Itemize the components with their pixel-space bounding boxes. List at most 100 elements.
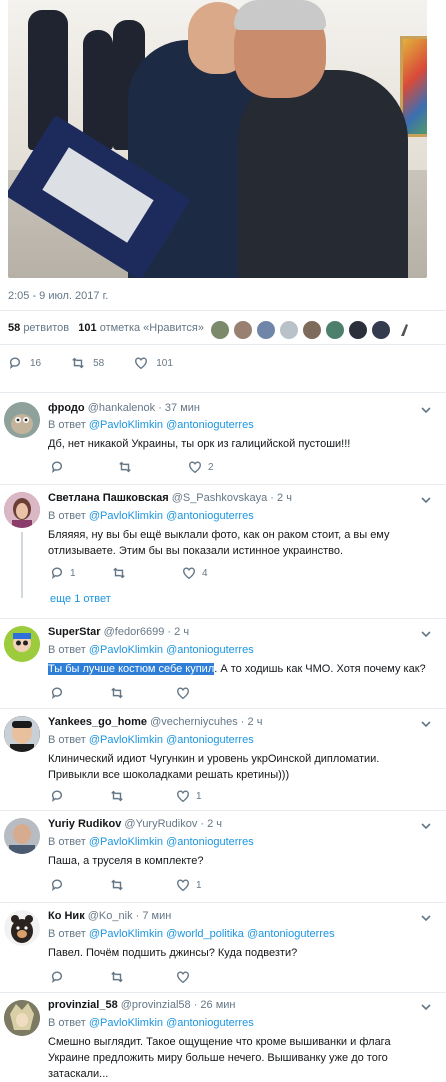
reply-time[interactable]: · 2 ч — [167, 626, 189, 638]
reply-tweet[interactable]: SuperStar @fedor6699 · 2 ч В ответ @Pavl… — [0, 622, 446, 708]
mention-link[interactable]: @antonioguterres — [247, 928, 335, 940]
reply-name[interactable]: Светлана Пашковская — [48, 492, 169, 504]
mention-link[interactable]: @PavloKlimkin — [89, 836, 163, 848]
reply-tweet[interactable]: provinzial_58 @provinzial58 · 26 мин В о… — [0, 996, 446, 1080]
reply-time[interactable]: · 37 мин — [158, 402, 200, 414]
likes-label[interactable]: отметка «Нравится» — [100, 322, 204, 334]
retweet-action[interactable] — [110, 686, 124, 700]
reply-actions — [50, 686, 190, 700]
reply-text: Клинический идиот Чугункин и уровень укр… — [48, 753, 380, 781]
reply-action[interactable] — [50, 686, 64, 700]
chevron-down-icon[interactable] — [420, 494, 432, 506]
liker-avatar[interactable] — [325, 320, 345, 340]
liker-avatar[interactable] — [279, 320, 299, 340]
retweet-action[interactable]: 58 — [71, 356, 104, 370]
reply-action[interactable] — [50, 789, 64, 803]
avatar[interactable] — [4, 818, 40, 854]
heart-icon — [176, 789, 190, 803]
liker-avatar[interactable] — [348, 320, 368, 340]
reply-action[interactable] — [50, 878, 64, 892]
reply-name[interactable]: provinzial_58 — [48, 999, 118, 1011]
reply-name[interactable]: фродо — [48, 402, 85, 414]
mention-link[interactable]: @world_politika — [166, 928, 244, 940]
avatar[interactable] — [4, 626, 40, 662]
reply-tweet[interactable]: Светлана Пашковская @S_Pashkovskaya · 2 … — [0, 488, 446, 616]
avatar[interactable] — [4, 402, 40, 438]
like-action[interactable] — [176, 686, 190, 700]
liker-avatar[interactable] — [210, 320, 230, 340]
retweet-action[interactable] — [118, 460, 148, 474]
mention-link[interactable]: @PavloKlimkin — [89, 1017, 163, 1029]
reply-prefix: В ответ — [48, 644, 86, 656]
liker-avatar[interactable] — [256, 320, 276, 340]
more-replies-link[interactable]: еще 1 ответ — [50, 593, 111, 605]
reply-handle[interactable]: @fedor6699 — [104, 626, 165, 638]
reply-time[interactable]: · 26 мин — [194, 999, 236, 1011]
mention-link[interactable]: @antonioguterres — [166, 419, 254, 431]
chevron-down-icon[interactable] — [420, 1001, 432, 1013]
reply-time[interactable]: · 2 ч — [241, 716, 263, 728]
reply-time[interactable]: · 2 ч — [200, 818, 222, 830]
mention-link[interactable]: @antonioguterres — [166, 836, 254, 848]
retweet-action[interactable] — [110, 789, 124, 803]
reply-handle[interactable]: @YuryRudikov — [124, 818, 197, 830]
reply-name[interactable]: Yankees_go_home — [48, 716, 147, 728]
liker-avatar[interactable] — [302, 320, 322, 340]
reply-tweet[interactable]: Ко Ник @Ko_nik · 7 мин В ответ @PavloKli… — [0, 906, 446, 992]
avatar[interactable] — [4, 910, 40, 946]
reply-time[interactable]: · 2 ч — [270, 492, 292, 504]
chevron-down-icon[interactable] — [420, 718, 432, 730]
retweet-action[interactable] — [110, 878, 124, 892]
reply-handle[interactable]: @S_Pashkovskaya — [172, 492, 268, 504]
liker-avatar[interactable] — [394, 320, 414, 340]
reply-tweet[interactable]: Yuriy Rudikov @YuryRudikov · 2 ч В ответ… — [0, 814, 446, 900]
reply-time[interactable]: · 7 мин — [136, 910, 172, 922]
like-action[interactable] — [176, 970, 190, 984]
chevron-down-icon[interactable] — [420, 628, 432, 640]
mention-link[interactable]: @antonioguterres — [166, 1017, 254, 1029]
tweet-photo[interactable] — [8, 0, 427, 278]
selected-text: Ты бы лучше костюм себе купил — [48, 663, 215, 675]
reply-tweet[interactable]: фродо @hankalenok · 37 мин В ответ @Pavl… — [0, 398, 446, 484]
reply-handle[interactable]: @provinzial58 — [121, 999, 191, 1011]
mention-link[interactable]: @PavloKlimkin — [89, 734, 163, 746]
reply-name[interactable]: Ко Ник — [48, 910, 85, 922]
retweets-label[interactable]: ретвитов — [23, 322, 69, 334]
liker-avatar[interactable] — [233, 320, 253, 340]
mention-link[interactable]: @antonioguterres — [166, 644, 254, 656]
mention-link[interactable]: @PavloKlimkin — [89, 928, 163, 940]
reply-name[interactable]: SuperStar — [48, 626, 101, 638]
retweets-count[interactable]: 58 — [8, 322, 20, 334]
mention-link[interactable]: @antonioguterres — [166, 734, 254, 746]
chevron-down-icon[interactable] — [420, 820, 432, 832]
avatar[interactable] — [4, 1000, 40, 1036]
retweet-action[interactable] — [112, 566, 142, 580]
chevron-down-icon[interactable] — [420, 912, 432, 924]
mention-link[interactable]: @PavloKlimkin — [89, 510, 163, 522]
reply-count: 16 — [30, 357, 42, 369]
reply-handle[interactable]: @hankalenok — [88, 402, 155, 414]
mention-link[interactable]: @antonioguterres — [166, 510, 254, 522]
tweet-timestamp[interactable]: 2:05 - 9 июл. 2017 г. — [8, 290, 108, 302]
reply-handle[interactable]: @vecherniycuhes — [150, 716, 238, 728]
likes-count[interactable]: 101 — [78, 322, 96, 334]
reply-action[interactable] — [50, 460, 80, 474]
avatar[interactable] — [4, 492, 40, 528]
reply-action[interactable]: 16 — [8, 356, 41, 370]
reply-action[interactable] — [50, 970, 64, 984]
like-action[interactable]: 101 — [134, 356, 173, 370]
reply-name[interactable]: Yuriy Rudikov — [48, 818, 121, 830]
like-action[interactable]: 1 — [176, 789, 202, 803]
like-action[interactable]: 2 — [188, 460, 214, 474]
reply-handle[interactable]: @Ko_nik — [88, 910, 133, 922]
liker-avatar[interactable] — [371, 320, 391, 340]
mention-link[interactable]: @PavloKlimkin — [89, 644, 163, 656]
reply-tweet[interactable]: Yankees_go_home @vecherniycuhes · 2 ч В … — [0, 712, 446, 808]
retweet-action[interactable] — [110, 970, 124, 984]
like-action[interactable]: 4 — [182, 566, 208, 580]
like-action[interactable]: 1 — [176, 878, 202, 892]
avatar[interactable] — [4, 716, 40, 752]
mention-link[interactable]: @PavloKlimkin — [89, 419, 163, 431]
reply-action[interactable]: 1 — [50, 566, 80, 580]
chevron-down-icon[interactable] — [420, 404, 432, 416]
